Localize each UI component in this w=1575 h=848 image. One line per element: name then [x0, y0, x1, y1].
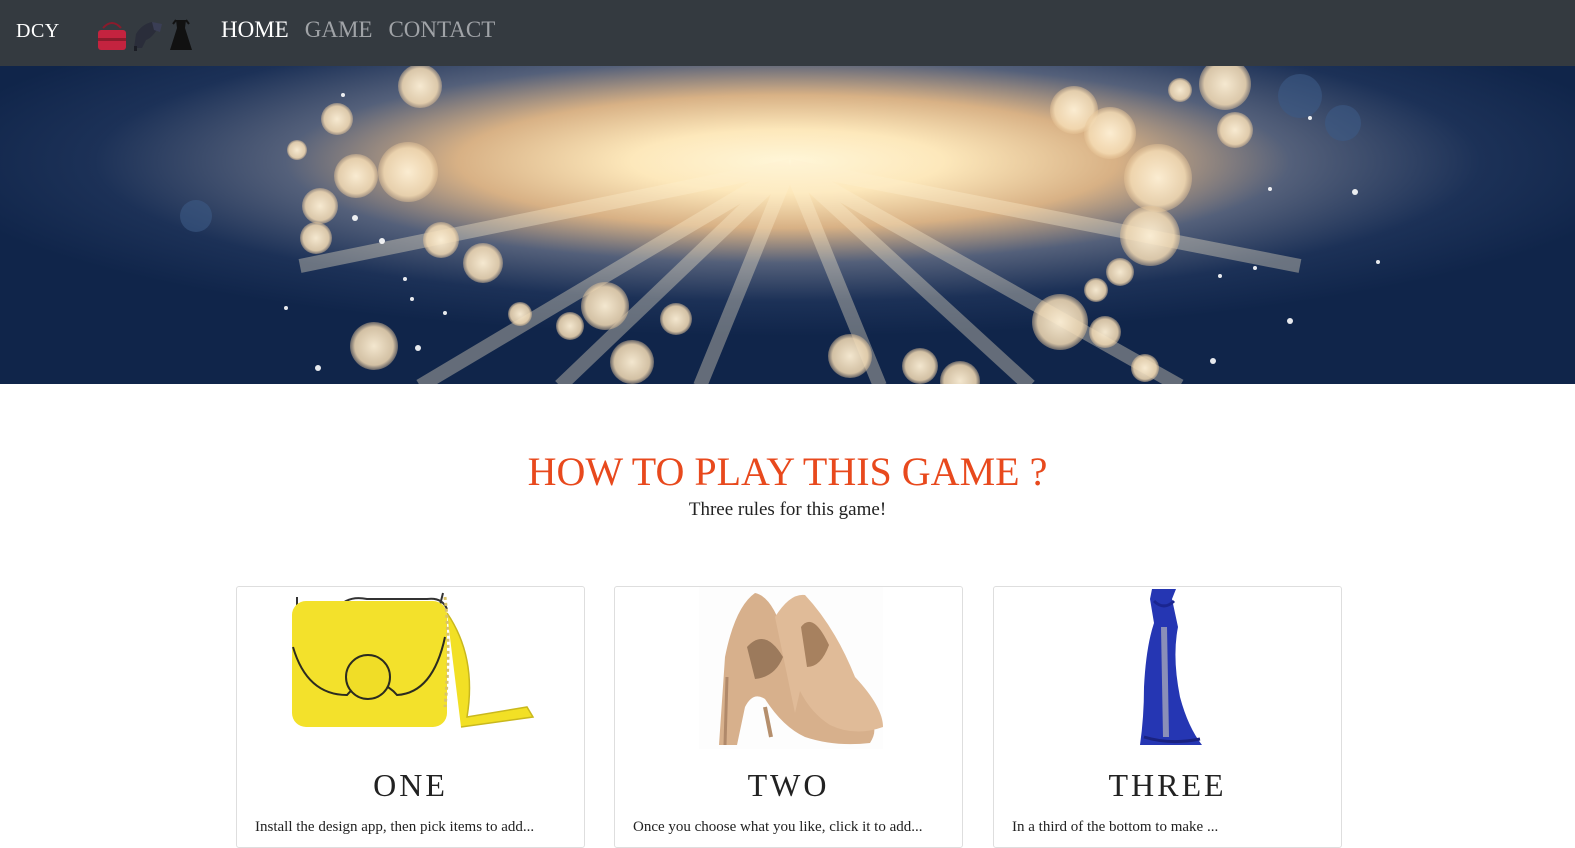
rule-card-three: THREE In a third of the bottom to make .…	[993, 586, 1342, 848]
hero-banner	[0, 66, 1575, 384]
beige-high-heels-image	[699, 587, 883, 749]
section-subtitle: Three rules for this game!	[688, 499, 887, 520]
bokeh-burst-image	[0, 66, 1575, 384]
handbag-icon	[98, 22, 126, 50]
card-title-two: TWO	[747, 767, 830, 803]
high-heel-icon	[134, 22, 162, 51]
blue-gown-image	[1140, 589, 1202, 745]
brand-logo[interactable]: DCY	[16, 20, 60, 43]
nav-links: HOME GAME CONTACT	[221, 17, 495, 43]
rule-card-two: TWO Once you choose what you like, click…	[614, 586, 963, 848]
nav-home-link[interactable]: HOME	[221, 17, 289, 43]
card-title-one: ONE	[373, 767, 448, 803]
dress-icon	[170, 19, 192, 50]
nav-icons-group	[98, 19, 192, 51]
nav-contact-link[interactable]: CONTACT	[388, 17, 495, 43]
nav-game-link[interactable]: GAME	[305, 17, 373, 43]
rule-card-one: ONE Install the design app, then pick it…	[236, 586, 585, 848]
top-navbar: DCY HOME GAME CONTACT	[0, 0, 1575, 66]
yellow-handbag-image	[292, 592, 535, 728]
section-title: HOW TO PLAY THIS GAME ?	[527, 449, 1048, 494]
card-title-three: THREE	[1108, 767, 1227, 803]
